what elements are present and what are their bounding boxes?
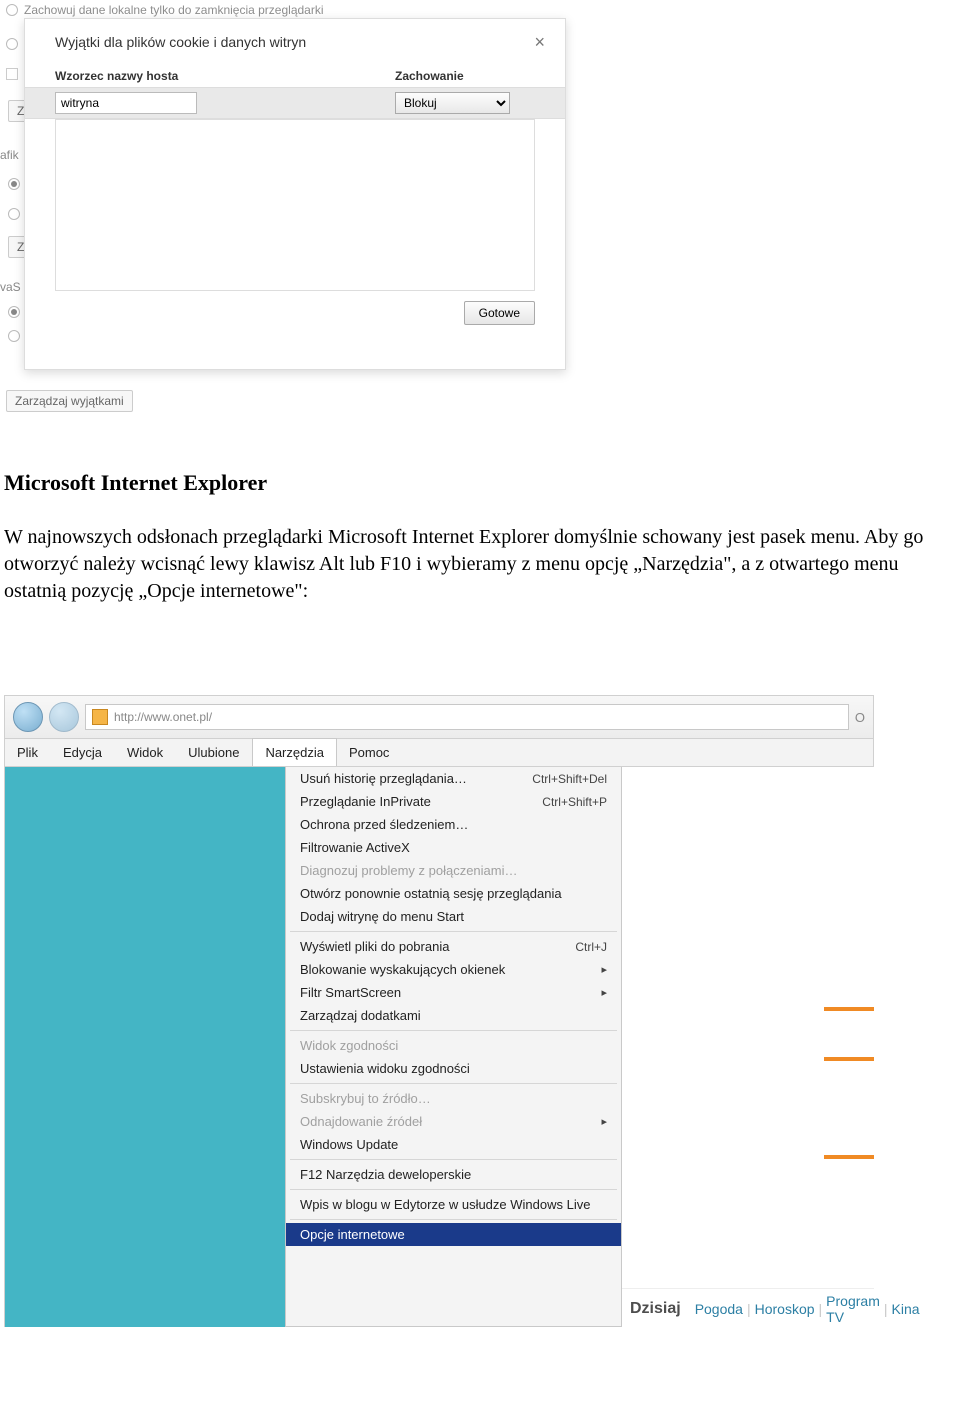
menu-item[interactable]: Opcje internetowe xyxy=(286,1223,621,1246)
titlebar-right-label: O xyxy=(855,710,865,725)
dialog-title: Wyjątki dla plików cookie i danych witry… xyxy=(55,34,306,50)
radio-icon xyxy=(8,330,20,342)
tools-dropdown-menu: Usuń historię przeglądania… Ctrl+Shift+De… xyxy=(285,767,622,1327)
menu-tools[interactable]: Narzędzia xyxy=(252,738,337,766)
radio-icon xyxy=(8,306,20,318)
forward-button-icon[interactable] xyxy=(49,702,79,732)
menu-item-label: Blokowanie wyskakujących okienek xyxy=(300,962,505,977)
menu-item[interactable]: Dodaj witrynę do menu Start xyxy=(286,905,621,928)
page-icon xyxy=(92,709,108,725)
col-host-header: Wzorzec nazwy hosta xyxy=(55,69,395,83)
menu-item: Subskrybuj to źródło… xyxy=(286,1087,621,1110)
ie-page-left-panel xyxy=(5,767,285,1327)
col-behavior-header: Zachowanie xyxy=(395,69,535,83)
menu-file[interactable]: Plik xyxy=(5,739,51,766)
manage-exceptions-button[interactable]: Zarządzaj wyjątkami xyxy=(6,390,133,412)
menu-item: Widok zgodności xyxy=(286,1034,621,1057)
nav-link[interactable]: Program TV xyxy=(826,1293,880,1325)
menu-item-label: Zarządzaj dodatkami xyxy=(300,1008,421,1023)
menu-item[interactable]: F12 Narzędzia deweloperskie xyxy=(286,1163,621,1186)
page-bottom-nav: Dzisiaj Pogoda| Horoskop| Program TV| Ki… xyxy=(622,1288,874,1327)
menu-item[interactable]: Wpis w blogu w Edytorze w usłudze Window… xyxy=(286,1193,621,1216)
submenu-arrow-icon: ▸ xyxy=(593,963,607,976)
menu-item-label: Usuń historię przeglądania… xyxy=(300,771,467,786)
dialog-column-headers: Wzorzec nazwy hosta Zachowanie xyxy=(25,61,565,87)
exception-input-row: Blokuj xyxy=(25,87,565,119)
menu-item-label: Windows Update xyxy=(300,1137,398,1152)
behavior-select[interactable]: Blokuj xyxy=(395,92,510,114)
radio-icon xyxy=(8,178,20,190)
menu-item[interactable]: Otwórz ponownie ostatnią sesję przegląda… xyxy=(286,882,621,905)
menu-item[interactable]: Filtrowanie ActiveX xyxy=(286,836,621,859)
decorative-strip xyxy=(824,1155,874,1159)
menu-item-shortcut: Ctrl+Shift+Del xyxy=(532,772,607,786)
radio-icon xyxy=(8,208,20,220)
menu-item[interactable]: Ochrona przed śledzeniem… xyxy=(286,813,621,836)
radio-icon xyxy=(6,38,18,50)
article-paragraph: W najnowszych odsłonach przeglądarki Mic… xyxy=(4,524,956,605)
submenu-arrow-icon: ▸ xyxy=(593,986,607,999)
menu-item[interactable]: Blokowanie wyskakujących okienek ▸ xyxy=(286,958,621,981)
menu-item-label: Wyświetl pliki do pobrania xyxy=(300,939,449,954)
menu-item[interactable]: Filtr SmartScreen ▸ xyxy=(286,981,621,1004)
cutoff-label: vaS xyxy=(0,280,21,294)
menu-favorites[interactable]: Ulubione xyxy=(176,739,252,766)
radio-icon xyxy=(6,4,18,16)
menu-item-label: F12 Narzędzia deweloperskie xyxy=(300,1167,471,1182)
ie-page-right-panel: Dzisiaj Pogoda| Horoskop| Program TV| Ki… xyxy=(622,767,874,1327)
back-button-icon[interactable] xyxy=(13,702,43,732)
address-bar[interactable]: http://www.onet.pl/ xyxy=(85,704,849,730)
menu-item-shortcut: Ctrl+J xyxy=(575,940,607,954)
nav-link[interactable]: Horoskop xyxy=(755,1301,815,1317)
menu-item-label: Dodaj witrynę do menu Start xyxy=(300,909,464,924)
chrome-options-background: Zachowuj dane lokalne tylko do zamknięci… xyxy=(0,0,580,410)
menu-item[interactable]: Wyświetl pliki do pobrania Ctrl+J xyxy=(286,935,621,958)
ie-window-titlebar: http://www.onet.pl/ O xyxy=(4,695,874,738)
menu-help[interactable]: Pomoc xyxy=(337,739,402,766)
menu-item: Odnajdowanie źródeł ▸ xyxy=(286,1110,621,1133)
option-label: Zachowuj dane lokalne tylko do zamknięci… xyxy=(24,3,324,17)
nav-link[interactable]: Kina xyxy=(892,1301,920,1317)
menu-item-label: Przeglądanie InPrivate xyxy=(300,794,431,809)
menu-item[interactable]: Przeglądanie InPrivate Ctrl+Shift+P xyxy=(286,790,621,813)
menu-item[interactable]: Zarządzaj dodatkami xyxy=(286,1004,621,1027)
checkbox-icon xyxy=(6,68,18,80)
menu-item-label: Wpis w blogu w Edytorze w usłudze Window… xyxy=(300,1197,590,1212)
url-text: http://www.onet.pl/ xyxy=(114,710,212,724)
decorative-strip xyxy=(824,1057,874,1061)
menu-item[interactable]: Windows Update xyxy=(286,1133,621,1156)
menu-item-label: Widok zgodności xyxy=(300,1038,398,1053)
menu-item-label: Opcje internetowe xyxy=(300,1227,405,1242)
menu-item-label: Filtrowanie ActiveX xyxy=(300,840,410,855)
menu-item-label: Filtr SmartScreen xyxy=(300,985,401,1000)
decorative-strip xyxy=(824,1007,874,1011)
menu-item-label: Odnajdowanie źródeł xyxy=(300,1114,422,1129)
close-icon[interactable]: × xyxy=(534,33,545,51)
cookie-exceptions-dialog: Wyjątki dla plików cookie i danych witry… xyxy=(24,18,566,370)
menu-item-label: Ochrona przed śledzeniem… xyxy=(300,817,468,832)
cutoff-label: afik xyxy=(0,148,19,162)
menu-item: Diagnozuj problemy z połączeniami… xyxy=(286,859,621,882)
menu-item[interactable]: Usuń historię przeglądania… Ctrl+Shift+De… xyxy=(286,767,621,790)
keep-data-until-close-option[interactable]: Zachowuj dane lokalne tylko do zamknięci… xyxy=(6,3,324,17)
host-pattern-input[interactable] xyxy=(55,92,197,114)
menu-item-shortcut: Ctrl+Shift+P xyxy=(542,795,607,809)
today-label: Dzisiaj xyxy=(630,1300,681,1318)
article-heading: Microsoft Internet Explorer xyxy=(4,470,956,496)
ie-menubar: Plik Edycja Widok Ulubione Narzędzia Pom… xyxy=(4,738,874,767)
menu-item-label: Subskrybuj to źródło… xyxy=(300,1091,431,1106)
done-button[interactable]: Gotowe xyxy=(464,301,535,325)
article-section: Microsoft Internet Explorer W najnowszyc… xyxy=(0,410,960,615)
submenu-arrow-icon: ▸ xyxy=(593,1115,607,1128)
menu-item[interactable]: Ustawienia widoku zgodności xyxy=(286,1057,621,1080)
exceptions-listbox[interactable] xyxy=(55,119,535,291)
menu-item-label: Diagnozuj problemy z połączeniami… xyxy=(300,863,518,878)
menu-item-label: Ustawienia widoku zgodności xyxy=(300,1061,470,1076)
menu-view[interactable]: Widok xyxy=(115,739,176,766)
menu-edit[interactable]: Edycja xyxy=(51,739,115,766)
ie-screenshot: http://www.onet.pl/ O Plik Edycja Widok … xyxy=(4,695,874,1327)
menu-item-label: Otwórz ponownie ostatnią sesję przegląda… xyxy=(300,886,562,901)
nav-link[interactable]: Pogoda xyxy=(695,1301,743,1317)
